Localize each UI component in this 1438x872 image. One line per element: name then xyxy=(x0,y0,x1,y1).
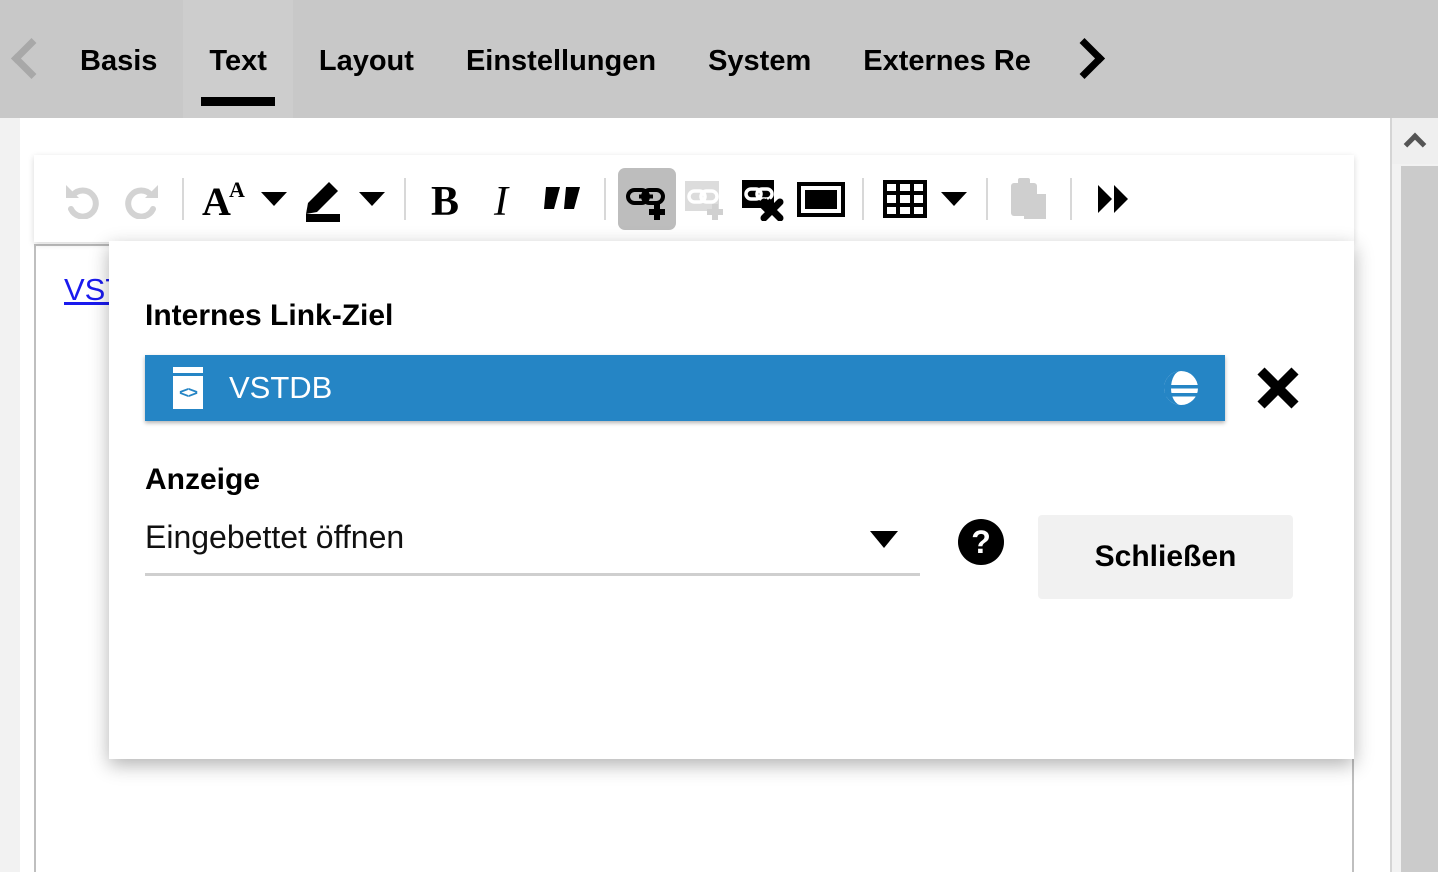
tab-einstellungen-label: Einstellungen xyxy=(465,44,657,77)
redo-button[interactable] xyxy=(112,168,170,230)
chevron-down-icon xyxy=(261,191,287,206)
editor-toolbar: A A B I xyxy=(34,155,1354,242)
display-row: Eingebettet öffnen ? Schließen xyxy=(145,515,1354,599)
left-gutter xyxy=(0,118,20,872)
remove-link-button[interactable] xyxy=(734,168,792,230)
tabs-next-button[interactable] xyxy=(1057,0,1111,118)
tab-system[interactable]: System xyxy=(682,0,837,118)
toolbar-separator xyxy=(182,177,184,220)
tab-system-label: System xyxy=(708,44,812,77)
caret-down-icon xyxy=(870,531,898,548)
link-add-icon xyxy=(626,187,665,220)
pen-highlight-icon xyxy=(306,181,340,222)
redo-icon xyxy=(125,184,158,219)
undo-button[interactable] xyxy=(54,168,112,230)
link-target-value: VSTDB xyxy=(229,370,333,405)
globe-icon[interactable] xyxy=(1159,366,1203,410)
close-dialog-button[interactable]: Schließen xyxy=(1038,515,1293,599)
tab-basis-label: Basis xyxy=(80,44,158,77)
table-icon xyxy=(883,179,927,218)
highlight-button[interactable] xyxy=(294,168,352,230)
tab-einstellungen[interactable]: Einstellungen xyxy=(440,0,682,118)
tab-layout[interactable]: Layout xyxy=(293,0,440,118)
toolbar-separator xyxy=(862,177,864,220)
display-mode-select[interactable]: Eingebettet öffnen xyxy=(145,515,920,576)
double-chevron-right-icon xyxy=(1098,184,1128,213)
link-target-row: <> VSTDB xyxy=(145,355,1354,421)
frame-icon xyxy=(797,181,845,217)
display-label: Anzeige xyxy=(145,463,261,496)
tab-text[interactable]: Text xyxy=(183,0,293,118)
tab-externes-re-label: Externes Re xyxy=(863,44,1031,77)
link-target-label: Internes Link-Ziel xyxy=(145,299,394,332)
italic-button[interactable]: I xyxy=(476,168,534,230)
more-tools-button[interactable] xyxy=(1084,168,1142,230)
svg-text:A: A xyxy=(229,177,245,202)
chevron-down-icon xyxy=(359,191,385,206)
document-code-icon: <> xyxy=(171,367,205,409)
table-dropdown-button[interactable] xyxy=(934,168,974,230)
close-dialog-label: Schließen xyxy=(1094,540,1237,573)
close-x-icon xyxy=(1257,367,1299,409)
scroll-up-button[interactable] xyxy=(1392,118,1438,164)
chevron-right-icon xyxy=(1071,37,1097,81)
chevron-down-icon xyxy=(941,191,967,206)
scrollbar-thumb[interactable] xyxy=(1401,166,1438,872)
workspace: VSTDB A A xyxy=(0,118,1438,872)
help-button[interactable]: ? xyxy=(958,519,1004,565)
toolbar-separator xyxy=(404,177,406,220)
chevron-left-icon xyxy=(14,37,40,81)
insert-internal-link-button[interactable] xyxy=(618,167,676,230)
tab-bar: Basis Text Layout Einstellungen System E… xyxy=(0,0,1438,118)
tab-list: Basis Text Layout Einstellungen System E… xyxy=(54,0,1057,118)
bold-button[interactable]: B xyxy=(418,168,476,230)
chevron-up-icon xyxy=(1403,132,1427,156)
link-target-chip[interactable]: <> VSTDB xyxy=(145,355,1225,421)
clipboard-icon xyxy=(1011,177,1046,219)
tab-layout-label: Layout xyxy=(318,44,414,77)
font-style-dropdown-button[interactable] xyxy=(254,168,294,230)
insert-table-button[interactable] xyxy=(876,168,934,230)
svg-text:A: A xyxy=(202,179,231,221)
display-mode-value: Eingebettet öffnen xyxy=(145,519,405,555)
document-code-glyph: <> xyxy=(179,382,198,402)
svg-text:I: I xyxy=(493,179,510,221)
quote-button[interactable] xyxy=(534,168,592,230)
toolbar-separator xyxy=(1070,177,1072,220)
help-glyph: ? xyxy=(971,523,991,560)
italic-icon: I xyxy=(493,179,510,221)
quote-icon xyxy=(544,186,580,209)
insert-external-link-button[interactable] xyxy=(676,168,734,230)
paste-button[interactable] xyxy=(1000,168,1058,230)
link-external-add-icon xyxy=(685,180,723,220)
undo-icon xyxy=(66,184,99,219)
tab-externes-re[interactable]: Externes Re xyxy=(837,0,1057,118)
tabs-prev-button[interactable] xyxy=(0,0,54,118)
vertical-scrollbar[interactable] xyxy=(1390,118,1438,872)
highlight-dropdown-button[interactable] xyxy=(352,168,392,230)
svg-text:B: B xyxy=(431,179,459,221)
internal-link-dialog: Internes Link-Ziel <> VSTDB Anzeige Eing… xyxy=(109,241,1354,759)
insert-frame-button[interactable] xyxy=(792,168,850,230)
clear-link-target-button[interactable] xyxy=(1251,361,1305,415)
bold-icon: B xyxy=(431,179,459,221)
tab-basis[interactable]: Basis xyxy=(54,0,183,118)
tab-text-label: Text xyxy=(209,44,267,77)
toolbar-separator xyxy=(986,177,988,220)
toolbar-separator xyxy=(604,177,606,220)
font-size-icon: A A xyxy=(202,177,245,221)
link-remove-icon xyxy=(742,179,784,221)
font-style-button[interactable]: A A xyxy=(196,168,254,230)
